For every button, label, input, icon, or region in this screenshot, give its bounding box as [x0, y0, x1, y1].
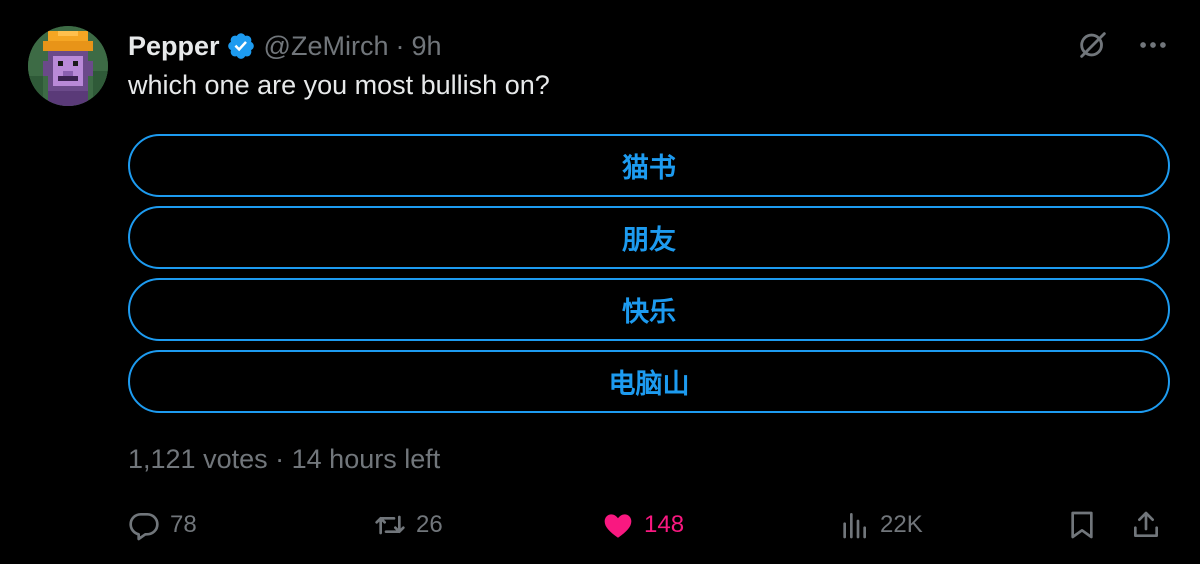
poll-votes: 1,121 votes — [128, 444, 268, 474]
repost-icon — [375, 515, 405, 535]
poll-time-left: 14 hours left — [291, 444, 441, 474]
bookmark-icon — [1071, 511, 1093, 539]
bookmark-button[interactable] — [1066, 503, 1098, 547]
separator-dot: · — [275, 444, 285, 474]
timestamp[interactable]: 9h — [411, 31, 441, 62]
avatar[interactable] — [28, 26, 108, 106]
verified-badge-icon — [227, 33, 254, 59]
reply-button[interactable]: 78 — [128, 503, 197, 547]
tweet-text: which one are you most bullish on? — [128, 70, 550, 100]
poll: 猫书 朋友 快乐 电脑山 — [128, 134, 1170, 422]
grok-icon[interactable] — [1076, 28, 1110, 62]
reply-count: 78 — [170, 511, 197, 538]
views-icon — [843, 513, 866, 539]
poll-option[interactable]: 朋友 — [128, 206, 1170, 269]
share-button[interactable] — [1130, 503, 1162, 547]
heart-icon — [604, 514, 632, 538]
tweet-header: Pepper @ZeMirch · 9h — [128, 28, 442, 64]
poll-meta: 1,121 votes · 14 hours left — [128, 444, 440, 475]
repost-count: 26 — [416, 511, 443, 538]
repost-button[interactable]: 26 — [374, 503, 443, 547]
reply-icon — [129, 513, 159, 541]
views-button[interactable]: 22K — [838, 503, 923, 547]
poll-option[interactable]: 电脑山 — [128, 350, 1170, 413]
like-count: 148 — [644, 511, 685, 538]
share-icon — [1134, 511, 1158, 537]
view-count: 22K — [880, 511, 923, 538]
avatar-image — [28, 26, 108, 106]
tweet: Pepper @ZeMirch · 9h which one are you m… — [0, 0, 1200, 564]
separator-dot: · — [395, 30, 405, 61]
action-bar: 78 26 148 22K — [128, 503, 1170, 547]
top-actions — [1076, 28, 1170, 62]
poll-option[interactable]: 快乐 — [128, 278, 1170, 341]
poll-option[interactable]: 猫书 — [128, 134, 1170, 197]
handle[interactable]: @ZeMirch — [264, 31, 389, 62]
like-button[interactable]: 148 — [602, 503, 684, 547]
display-name[interactable]: Pepper — [128, 31, 220, 62]
more-icon[interactable] — [1136, 28, 1170, 62]
